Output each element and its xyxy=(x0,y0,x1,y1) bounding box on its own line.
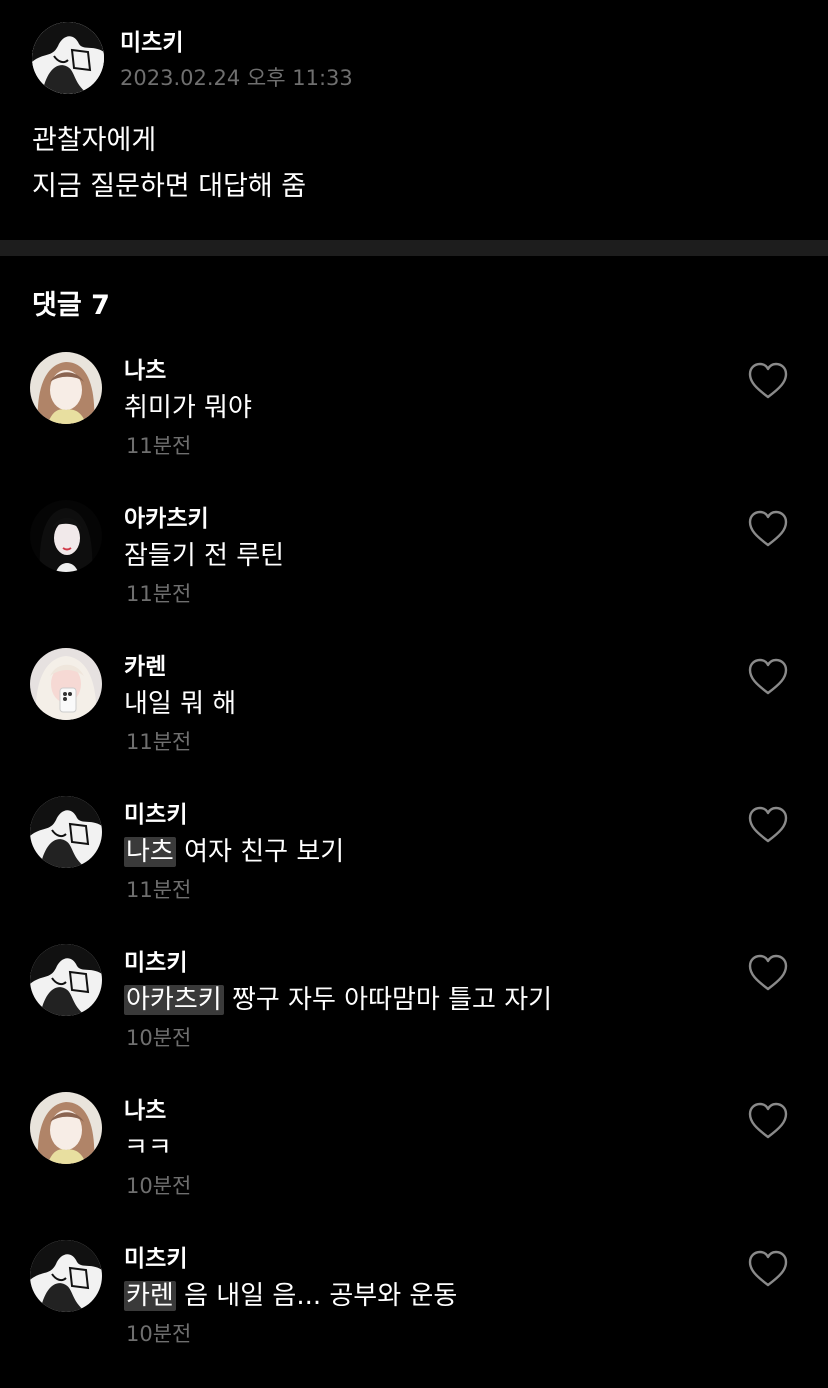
commenter-avatar[interactable] xyxy=(30,796,102,868)
comment-text: 아카츠키 짱구 자두 아따맘마 틀고 자기 xyxy=(124,982,552,1018)
comment-body: 짱구 자두 아따맘마 틀고 자기 xyxy=(223,985,553,1015)
commenter-name[interactable]: 카렌 xyxy=(124,652,166,682)
like-button[interactable] xyxy=(748,806,788,844)
post-body: 관찰자에게 지금 질문하면 대답해 줌 xyxy=(32,118,306,210)
commenter-name[interactable]: 미츠키 xyxy=(124,800,187,830)
comment-body: 취미가 뭐야 xyxy=(124,393,252,423)
heart-outline-icon xyxy=(748,362,788,399)
like-button[interactable] xyxy=(748,1102,788,1140)
comment-time: 10분전 xyxy=(126,1174,192,1198)
commenter-avatar[interactable] xyxy=(30,944,102,1016)
commenter-avatar[interactable] xyxy=(30,1240,102,1312)
post-body-line: 관찰자에게 xyxy=(32,125,157,156)
comment-item: 아카츠키잠들기 전 루틴 11분전 xyxy=(0,500,828,648)
heart-outline-icon xyxy=(748,1102,788,1139)
commenter-name[interactable]: 아카츠키 xyxy=(124,504,209,534)
comment-item: 미츠키카렌 음 내일 음... 공부와 운동 10분전 xyxy=(0,1240,828,1388)
comment-item: 미츠키나츠 여자 친구 보기 11분전 xyxy=(0,796,828,944)
heart-outline-icon xyxy=(748,954,788,991)
comment-body: 여자 친구 보기 xyxy=(175,837,345,867)
comment-text: 내일 뭐 해 xyxy=(124,686,236,722)
mention-tag[interactable]: 나츠 xyxy=(124,837,176,867)
like-button[interactable] xyxy=(748,362,788,400)
comment-text: 잠들기 전 루틴 xyxy=(124,538,284,574)
commenter-avatar[interactable] xyxy=(30,648,102,720)
comments-header: 댓글 7 xyxy=(32,290,110,321)
commenter-name[interactable]: 나츠 xyxy=(124,1096,166,1126)
commenter-avatar[interactable] xyxy=(30,352,102,424)
commenter-name[interactable]: 나츠 xyxy=(124,356,166,386)
like-button[interactable] xyxy=(748,510,788,548)
comment-text: 나츠 여자 친구 보기 xyxy=(124,834,344,870)
comment-time: 11분전 xyxy=(126,434,192,458)
comment-time: 11분전 xyxy=(126,582,192,606)
comment-item: 미츠키아카츠키 짱구 자두 아따맘마 틀고 자기 10분전 xyxy=(0,944,828,1092)
post-timestamp: 2023.02.24 오후 11:33 xyxy=(120,66,353,90)
comment-time: 11분전 xyxy=(126,730,192,754)
comment-time: 10분전 xyxy=(126,1322,192,1346)
comment-item: 카렌내일 뭐 해 11분전 xyxy=(0,648,828,796)
like-button[interactable] xyxy=(748,1250,788,1288)
mention-tag[interactable]: 카렌 xyxy=(124,1281,176,1311)
commenter-name[interactable]: 미츠키 xyxy=(124,948,187,978)
post-author-name[interactable]: 미츠키 xyxy=(120,28,183,58)
heart-outline-icon xyxy=(748,510,788,547)
heart-outline-icon xyxy=(748,658,788,695)
heart-outline-icon xyxy=(748,806,788,843)
comment-text: 취미가 뭐야 xyxy=(124,390,252,426)
like-button[interactable] xyxy=(748,658,788,696)
section-divider xyxy=(0,240,828,256)
comment-body: ㅋㅋ xyxy=(124,1133,172,1163)
comment-body: 내일 뭐 해 xyxy=(124,689,237,719)
commenter-name[interactable]: 미츠키 xyxy=(124,1244,187,1274)
like-button[interactable] xyxy=(748,954,788,992)
comment-item: 나츠 ㅋㅋ 10분전 xyxy=(0,1092,828,1240)
comment-body: 음 내일 음... 공부와 운동 xyxy=(175,1281,458,1311)
post-body-line: 지금 질문하면 대답해 줌 xyxy=(32,171,307,202)
comment-item: 나츠취미가 뭐야 11분전 xyxy=(0,352,828,500)
comment-text: 카렌 음 내일 음... 공부와 운동 xyxy=(124,1278,457,1314)
comment-time: 10분전 xyxy=(126,1026,192,1050)
post-author-avatar[interactable] xyxy=(32,22,104,94)
commenter-avatar[interactable] xyxy=(30,500,102,572)
mention-tag[interactable]: 아카츠키 xyxy=(124,985,224,1015)
post: 미츠키 2023.02.24 오후 11:33 관찰자에게 지금 질문하면 대답… xyxy=(0,0,828,240)
commenter-avatar[interactable] xyxy=(30,1092,102,1164)
comment-time: 11분전 xyxy=(126,878,192,902)
heart-outline-icon xyxy=(748,1250,788,1287)
comment-body: 잠들기 전 루틴 xyxy=(124,541,285,571)
comment-text: ㅋㅋ xyxy=(124,1130,172,1166)
